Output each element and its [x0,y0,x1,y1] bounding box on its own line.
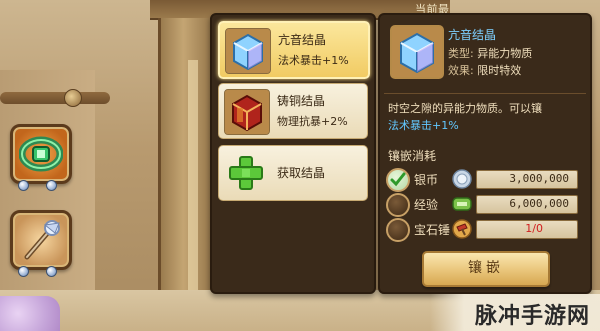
description-box: 时空之隙的异能力物质。可以镶 法术暴击+1% [384,93,586,138]
type-value: 异能力物质 [477,47,533,60]
get-crystal-label: 获取结晶 [277,166,326,180]
type-label: 类型: [448,47,474,60]
detail-header: 亢音结晶 类型: 异能力物质 效果: 限时特效 [384,19,586,97]
exp-badge-icon [452,197,472,211]
effect-label: 效果: [448,64,474,77]
gem-socket-icon [46,180,57,191]
cost-label: 经验 [414,198,439,212]
equipment-slot-bracelet[interactable] [10,124,72,184]
detail-effect-row: 效果: 限时特效 [448,62,521,78]
gem-socket-icon [18,180,29,191]
scroll-knob-icon [64,89,82,107]
detail-type-row: 类型: 异能力物质 [448,45,532,61]
detail-title: 亢音结晶 [448,28,497,42]
crystal-bonus: 法术暴击+1% [388,119,459,132]
crystal-description: 时空之隙的异能力物质。可以镶 [388,102,542,115]
crystal-effect: 法术暴击+1% [278,54,349,67]
crystal-name: 铸铜结晶 [277,94,326,108]
cost-row-silver[interactable]: 银币 3,000,000 [386,167,582,192]
cost-value-field: 3,000,000 [476,170,578,189]
staff-gem-sockets [18,266,68,277]
get-crystal-button[interactable]: 获取结晶 [218,145,368,201]
checkmark-icon [390,172,406,187]
watermark-text: 脉冲手游网 [474,304,590,329]
bottom-left-artwork [0,296,60,331]
bracelet-icon [19,136,63,172]
green-plus-icon [229,156,263,190]
checkbox-checked-icon[interactable] [386,168,410,192]
blue-crystal-cube-icon [225,28,271,74]
cost-row-exp[interactable]: 经验 6,000,000 [386,192,582,217]
watermark: 脉冲手游网 [430,294,600,331]
equipment-slot-staff[interactable] [10,210,72,270]
crystal-card-zhutong[interactable]: 铸铜结晶 物理抗暴+2% [218,83,368,139]
red-crystal-cube-icon [224,89,270,135]
bracelet-gem-sockets [18,180,68,191]
checkbox-unchecked-icon[interactable] [386,218,410,242]
crystal-list-panel: 亢音结晶 法术暴击+1% 铸铜结晶 物理抗暴+2% 获取结晶 [210,13,376,294]
cost-row-gem-hammer[interactable]: 宝石锤 1/0 [386,217,582,242]
frame-highlight [188,60,198,300]
crystal-name: 亢音结晶 [278,33,327,47]
cost-value: 3,000,000 [509,172,569,185]
cost-value-field: 6,000,000 [476,195,578,214]
scroll-rail [0,92,110,104]
blue-crystal-cube-icon [390,25,444,79]
cost-value: 1/0 [525,222,543,235]
crystal-detail-panel: 亢音结晶 类型: 异能力物质 效果: 限时特效 时空之隙的异能力物质。可以镶 法… [378,13,592,294]
cost-label: 银币 [414,173,439,187]
cost-header: 镶嵌消耗 [388,149,437,163]
silver-coin-icon [452,169,472,189]
gem-hammer-icon [452,219,472,239]
inlay-button[interactable]: 镶嵌 [422,251,550,287]
cost-label: 宝石锤 [414,223,451,237]
checkbox-unchecked-icon[interactable] [386,193,410,217]
cost-value-field: 1/0 [476,220,578,239]
gem-socket-icon [46,266,57,277]
gem-socket-icon [18,266,29,277]
cost-value: 6,000,000 [509,197,569,210]
crystal-effect: 物理抗暴+2% [277,115,348,128]
crystal-card-kangyin[interactable]: 亢音结晶 法术暴击+1% [218,21,370,79]
staff-icon [24,220,60,260]
effect-value: 限时特效 [477,64,522,77]
